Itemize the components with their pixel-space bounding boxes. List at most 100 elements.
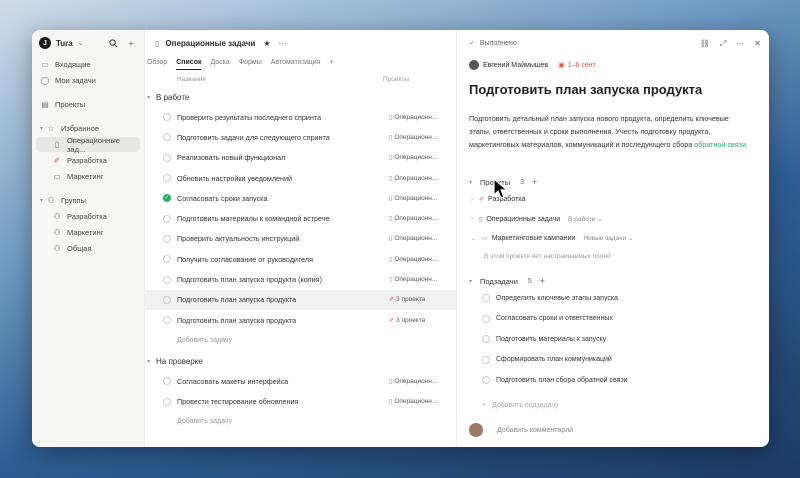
task-row[interactable]: Подготовить план запуска продукта ✐ 3 прое… [145,310,456,330]
task-row[interactable]: Провести тестирование обновления ▯ Операци… [145,392,456,412]
task-name[interactable]: Получить согласование от руководителя [177,255,313,264]
checkbox-checked-icon[interactable]: ✓ [163,194,171,203]
task-row[interactable]: Получить согласование от руководителя ▯ Оп… [145,249,456,269]
task-project[interactable]: ▯ Операционн... [389,154,437,161]
sidebar-item-group-general[interactable]: ⚇ Общая [32,241,144,256]
assignee[interactable]: Евгений Маймышев [483,62,548,69]
checkbox-icon[interactable] [163,133,171,142]
task-name[interactable]: Обновить настройки уведомлений [177,174,292,183]
plus-icon[interactable]: + [532,177,537,187]
checkbox-icon[interactable] [482,314,490,323]
project-item[interactable]: ⌄ ▭ Маркетинговые кампании Новые задачи … [471,234,634,243]
task-row[interactable]: Обновить настройки уведомлений ▯ Операцион… [145,168,456,188]
task-project[interactable]: ▯ Операционн... [389,256,437,263]
plus-icon[interactable]: + [540,276,545,286]
sidebar-section-favorites[interactable]: ▾ ☆ Избранное [32,121,144,136]
task-row[interactable]: Реализовать новый функционал ▯ Операционн.… [145,148,456,168]
task-name[interactable]: Подготовить план запуска продукта (копия… [177,275,322,284]
chevron-down-icon[interactable]: ⌄ [78,39,84,47]
task-row[interactable]: Подготовить задачи для следующего спринт… [145,127,456,147]
task-name[interactable]: Провести тестирование обновления [177,397,298,406]
checkbox-icon[interactable] [163,174,171,183]
task-name[interactable]: Подготовить план запуска продукта [177,316,296,325]
checkbox-icon[interactable] [482,335,490,344]
task-row[interactable]: Подготовить план запуска продукта (копия… [145,269,456,289]
task-title[interactable]: Подготовить план запуска продукта [469,82,702,97]
plus-icon[interactable]: + [125,37,137,49]
workspace-name[interactable]: Tura [56,39,73,48]
task-row[interactable]: Согласовать макеты интерфейса ▯ Операционн… [145,371,456,391]
sidebar-item-group-marketing[interactable]: ⚇ Маркетинг [32,225,144,240]
sidebar-section-groups[interactable]: ▾ ⚇ Группы [32,193,144,208]
due-date[interactable]: ▣ 1–6 сент. [558,61,597,70]
tab-list[interactable]: Список [176,59,202,70]
description-link[interactable]: обратной связи. [694,140,748,149]
tab-overview[interactable]: Обзор [147,59,167,70]
sidebar-item-inbox[interactable]: ▭ Входящие [32,57,144,72]
task-row[interactable]: Проверить актуальность инструкций ▯ Операц… [145,229,456,249]
checkbox-icon[interactable] [163,214,171,223]
project-status[interactable]: Новые задачи [583,235,626,242]
task-row[interactable]: Подготовить материалы к командной встреч… [145,208,456,228]
checkbox-icon[interactable] [163,275,171,284]
expand-icon[interactable]: ⤢ [720,39,726,49]
checkbox-icon[interactable] [163,255,171,264]
task-row[interactable]: Подготовить план запуска продукта ✐ 3 прое… [145,289,456,310]
task-name[interactable]: Подготовить материалы к командной встреч… [177,214,330,223]
subtask-item[interactable]: Согласовать сроки и ответственных [482,314,613,323]
add-tab-icon[interactable]: + [330,59,334,70]
close-icon[interactable]: ✕ [754,39,761,49]
project-item[interactable]: › ▯ Операционные задачи В работе ⌄ [471,215,603,224]
checkbox-icon[interactable] [163,113,171,122]
checkbox-icon[interactable] [163,316,171,325]
sidebar-item-marketing[interactable]: ▭ Маркетинг [32,169,144,184]
add-task-button[interactable]: Добавить задачу [145,330,456,350]
checkbox-icon[interactable] [163,295,171,304]
task-project[interactable]: ▯ Операционн... [389,195,437,202]
checkbox-icon[interactable] [482,376,490,385]
sidebar-item-operations[interactable]: ▯ Операционные зад... [36,136,140,154]
task-name[interactable]: Реализовать новый функционал [177,153,285,162]
workspace-logo-icon[interactable]: J [39,37,51,49]
task-project[interactable]: ✐ 3 проекта [389,296,425,303]
task-project[interactable]: ▯ Операционн... [389,235,437,242]
subtasks-section-header[interactable]: ▾ Подзадачи 5 + [469,276,545,286]
link-icon[interactable]: ⛓ [700,39,710,49]
more-icon[interactable]: ⋯ [279,39,287,48]
sidebar-item-my-tasks[interactable]: ◯ Мои задачи [32,73,144,88]
checkbox-icon[interactable] [163,153,171,162]
task-project[interactable]: ▯ Операционн... [389,215,437,222]
group-header-review[interactable]: ▾ На проверке [145,351,456,371]
check-icon[interactable]: ✓ [469,39,475,47]
add-task-button[interactable]: Добавить задачу [145,412,456,432]
task-project[interactable]: ▯ Операционн... [389,276,437,283]
task-project[interactable]: ▯ Операционн... [389,398,437,405]
task-project[interactable]: ✐ 3 проекта [389,317,425,324]
task-project[interactable]: ▯ Операционн... [389,134,437,141]
checkbox-icon[interactable] [163,397,171,406]
subtask-item[interactable]: Сформировать план коммуникаций [482,355,612,364]
add-subtask-button[interactable]: + Добавить подзадачу [482,402,559,409]
checkbox-icon[interactable] [163,234,171,243]
task-name[interactable]: Согласовать сроки запуска [177,194,267,203]
subtask-item[interactable]: Подготовить материалы к запуску [482,335,606,344]
group-header-in-progress[interactable]: ▾ В работе [145,87,456,107]
checkbox-icon[interactable] [482,355,490,364]
task-project[interactable]: ▯ Операционн... [389,378,437,385]
more-icon[interactable]: ⋯ [736,39,744,49]
star-filled-icon[interactable]: ★ [263,39,270,48]
column-projects[interactable]: Проекты [383,76,409,83]
column-name[interactable]: Название [177,76,206,83]
task-name[interactable]: Согласовать макеты интерфейса [177,377,288,386]
task-name[interactable]: Проверить актуальность инструкций [177,234,299,243]
search-icon[interactable] [107,37,119,49]
sidebar-item-development[interactable]: ✐ Разработка [32,153,144,168]
task-row[interactable]: ✓ Согласовать сроки запуска ▯ Операционн... [145,188,456,208]
tab-automation[interactable]: Автоматизация [271,59,321,70]
checkbox-icon[interactable] [163,377,171,386]
task-name[interactable]: Подготовить задачи для следующего спринт… [177,133,330,142]
task-project[interactable]: ▯ Операционн... [389,175,437,182]
project-status[interactable]: В работе [568,216,595,223]
sidebar-item-group-development[interactable]: ⚇ Разработка [32,209,144,224]
status-completed[interactable]: Выполнено [480,40,517,47]
